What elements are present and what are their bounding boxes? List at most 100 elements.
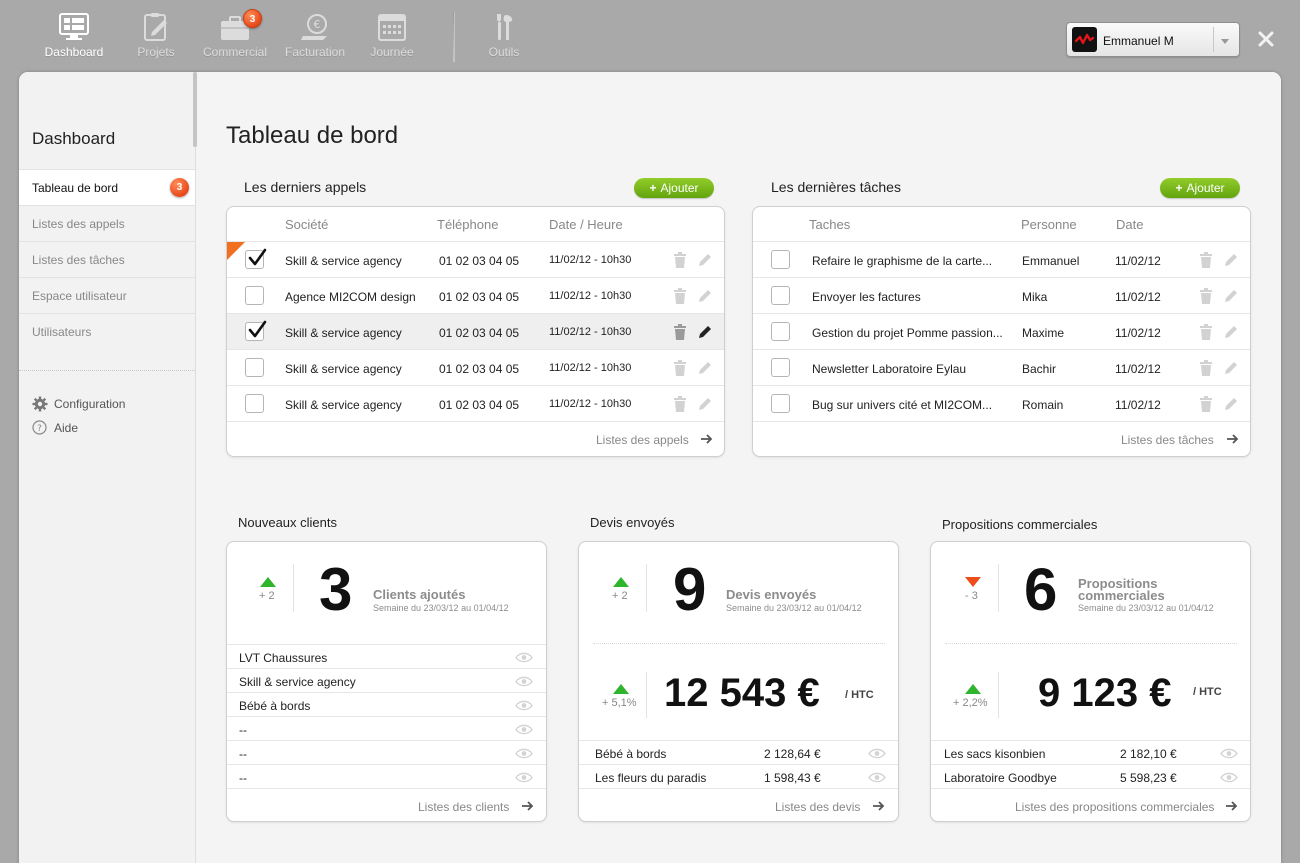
trash-icon[interactable] <box>1199 288 1213 304</box>
eye-icon[interactable] <box>515 652 533 663</box>
row-checkbox[interactable] <box>245 286 264 305</box>
sidebar-item-listes-appels[interactable]: Listes des appels <box>19 205 195 241</box>
nav-outils[interactable]: Outils <box>464 12 544 59</box>
eye-icon[interactable] <box>515 772 533 783</box>
table-row[interactable]: Skill & service agency 01 02 03 04 05 11… <box>227 385 724 421</box>
pencil-icon[interactable] <box>697 288 713 304</box>
clients-list-link[interactable]: Listes des clients <box>418 800 509 814</box>
eye-icon[interactable] <box>515 700 533 711</box>
trash-icon[interactable] <box>673 324 687 340</box>
nav-projets[interactable]: Projets <box>116 12 196 59</box>
sidebar-item-tableau-de-bord[interactable]: Tableau de bord 3 <box>19 169 195 205</box>
column-header[interactable]: Taches <box>809 217 850 232</box>
list-item[interactable]: -- <box>227 764 546 788</box>
arrow-right-icon[interactable] <box>1227 434 1239 444</box>
eye-icon[interactable] <box>868 772 886 783</box>
tasks-list-link[interactable]: Listes des tâches <box>1121 433 1214 447</box>
nav-journee[interactable]: Journée <box>352 12 432 59</box>
trash-icon[interactable] <box>1199 324 1213 340</box>
pencil-icon[interactable] <box>1223 360 1239 376</box>
arrow-right-icon[interactable] <box>701 434 713 444</box>
column-header[interactable]: Téléphone <box>437 217 498 232</box>
eye-icon[interactable] <box>515 724 533 735</box>
arrow-right-icon[interactable] <box>1226 801 1238 811</box>
row-checkbox[interactable] <box>771 286 790 305</box>
list-item[interactable]: -- <box>227 740 546 764</box>
list-item[interactable]: Laboratoire Goodbye 5 598,23 € <box>931 764 1250 788</box>
trash-icon[interactable] <box>1199 252 1213 268</box>
table-row[interactable]: Refaire le graphisme de la carte... Emma… <box>753 241 1250 277</box>
divider <box>646 672 647 718</box>
divider <box>998 564 999 612</box>
row-checkbox[interactable] <box>245 394 264 413</box>
nav-facturation[interactable]: € Facturation <box>275 12 355 59</box>
column-header[interactable]: Date / Heure <box>549 217 623 232</box>
tasks-section-title: Les dernières tâches <box>771 179 901 195</box>
eye-icon[interactable] <box>1220 748 1238 759</box>
devis-list-link[interactable]: Listes des devis <box>775 800 860 814</box>
trash-icon[interactable] <box>673 252 687 268</box>
trend-up-icon <box>260 577 276 587</box>
list-item[interactable]: Bébé à bords 2 128,64 € <box>579 740 898 764</box>
table-row[interactable]: Agence MI2COM design 01 02 03 04 05 11/0… <box>227 277 724 313</box>
row-checkbox[interactable] <box>771 394 790 413</box>
user-select[interactable]: Emmanuel M <box>1066 22 1240 57</box>
column-header[interactable]: Personne <box>1021 217 1077 232</box>
table-row[interactable]: Bug sur univers cité et MI2COM... Romain… <box>753 385 1250 421</box>
nav-separator <box>453 12 455 62</box>
commercial-badge: 3 <box>243 9 262 28</box>
sidebar-item-listes-taches[interactable]: Listes des tâches <box>19 241 195 277</box>
row-checkbox[interactable] <box>771 358 790 377</box>
column-header[interactable]: Société <box>285 217 328 232</box>
props-list-link[interactable]: Listes des propositions commerciales <box>1015 800 1214 814</box>
pencil-icon[interactable] <box>697 252 713 268</box>
trash-icon[interactable] <box>1199 360 1213 376</box>
trash-icon[interactable] <box>1199 396 1213 412</box>
row-checkbox[interactable] <box>771 250 790 269</box>
pencil-icon[interactable] <box>1223 288 1239 304</box>
table-row[interactable]: Skill & service agency 01 02 03 04 05 11… <box>227 241 724 277</box>
list-item[interactable]: LVT Chaussures <box>227 644 546 668</box>
row-checkbox[interactable] <box>245 358 264 377</box>
row-checkbox[interactable] <box>245 248 267 269</box>
list-item[interactable]: Bébé à bords <box>227 692 546 716</box>
pencil-icon[interactable] <box>697 360 713 376</box>
row-checkbox[interactable] <box>245 320 267 341</box>
sidebar-item-utilisateurs[interactable]: Utilisateurs <box>19 313 195 349</box>
arrow-right-icon[interactable] <box>873 801 885 811</box>
eye-icon[interactable] <box>515 676 533 687</box>
table-row[interactable]: Skill & service agency 01 02 03 04 05 11… <box>227 349 724 385</box>
table-row[interactable]: Gestion du projet Pomme passion... Maxim… <box>753 313 1250 349</box>
list-item[interactable]: Les fleurs du paradis 1 598,43 € <box>579 764 898 788</box>
pencil-icon[interactable] <box>1223 252 1239 268</box>
eye-icon[interactable] <box>515 748 533 759</box>
nav-dashboard[interactable]: Dashboard <box>34 12 114 59</box>
table-row[interactable]: Envoyer les factures Mika 11/02/12 <box>753 277 1250 313</box>
eye-icon[interactable] <box>1220 772 1238 783</box>
pencil-icon[interactable] <box>1223 324 1239 340</box>
list-item[interactable]: Les sacs kisonbien 2 182,10 € <box>931 740 1250 764</box>
trash-icon[interactable] <box>673 288 687 304</box>
pencil-icon[interactable] <box>1223 396 1239 412</box>
trash-icon[interactable] <box>673 360 687 376</box>
add-call-button[interactable]: + Ajouter <box>634 178 714 198</box>
table-row[interactable]: Skill & service agency 01 02 03 04 05 11… <box>227 313 724 349</box>
arrow-right-icon[interactable] <box>522 801 534 811</box>
client-name: -- <box>239 723 247 737</box>
column-header[interactable]: Date <box>1116 217 1143 232</box>
list-item[interactable]: Skill & service agency <box>227 668 546 692</box>
date-cell: 11/02/12 - 10h30 <box>549 398 632 410</box>
list-item[interactable]: -- <box>227 716 546 740</box>
trash-icon[interactable] <box>673 396 687 412</box>
pencil-icon[interactable] <box>697 324 713 340</box>
calls-list-link[interactable]: Listes des appels <box>596 433 689 447</box>
eye-icon[interactable] <box>868 748 886 759</box>
nav-commercial[interactable]: 3 Commercial <box>195 9 275 59</box>
close-icon[interactable] <box>1256 29 1276 49</box>
pencil-icon[interactable] <box>697 396 713 412</box>
row-checkbox[interactable] <box>771 322 790 341</box>
sidebar-item-espace-utilisateur[interactable]: Espace utilisateur <box>19 277 195 313</box>
devis-footer: Listes des devis <box>579 788 898 821</box>
table-row[interactable]: Newsletter Laboratoire Eylau Bachir 11/0… <box>753 349 1250 385</box>
add-task-button[interactable]: + Ajouter <box>1160 178 1240 198</box>
